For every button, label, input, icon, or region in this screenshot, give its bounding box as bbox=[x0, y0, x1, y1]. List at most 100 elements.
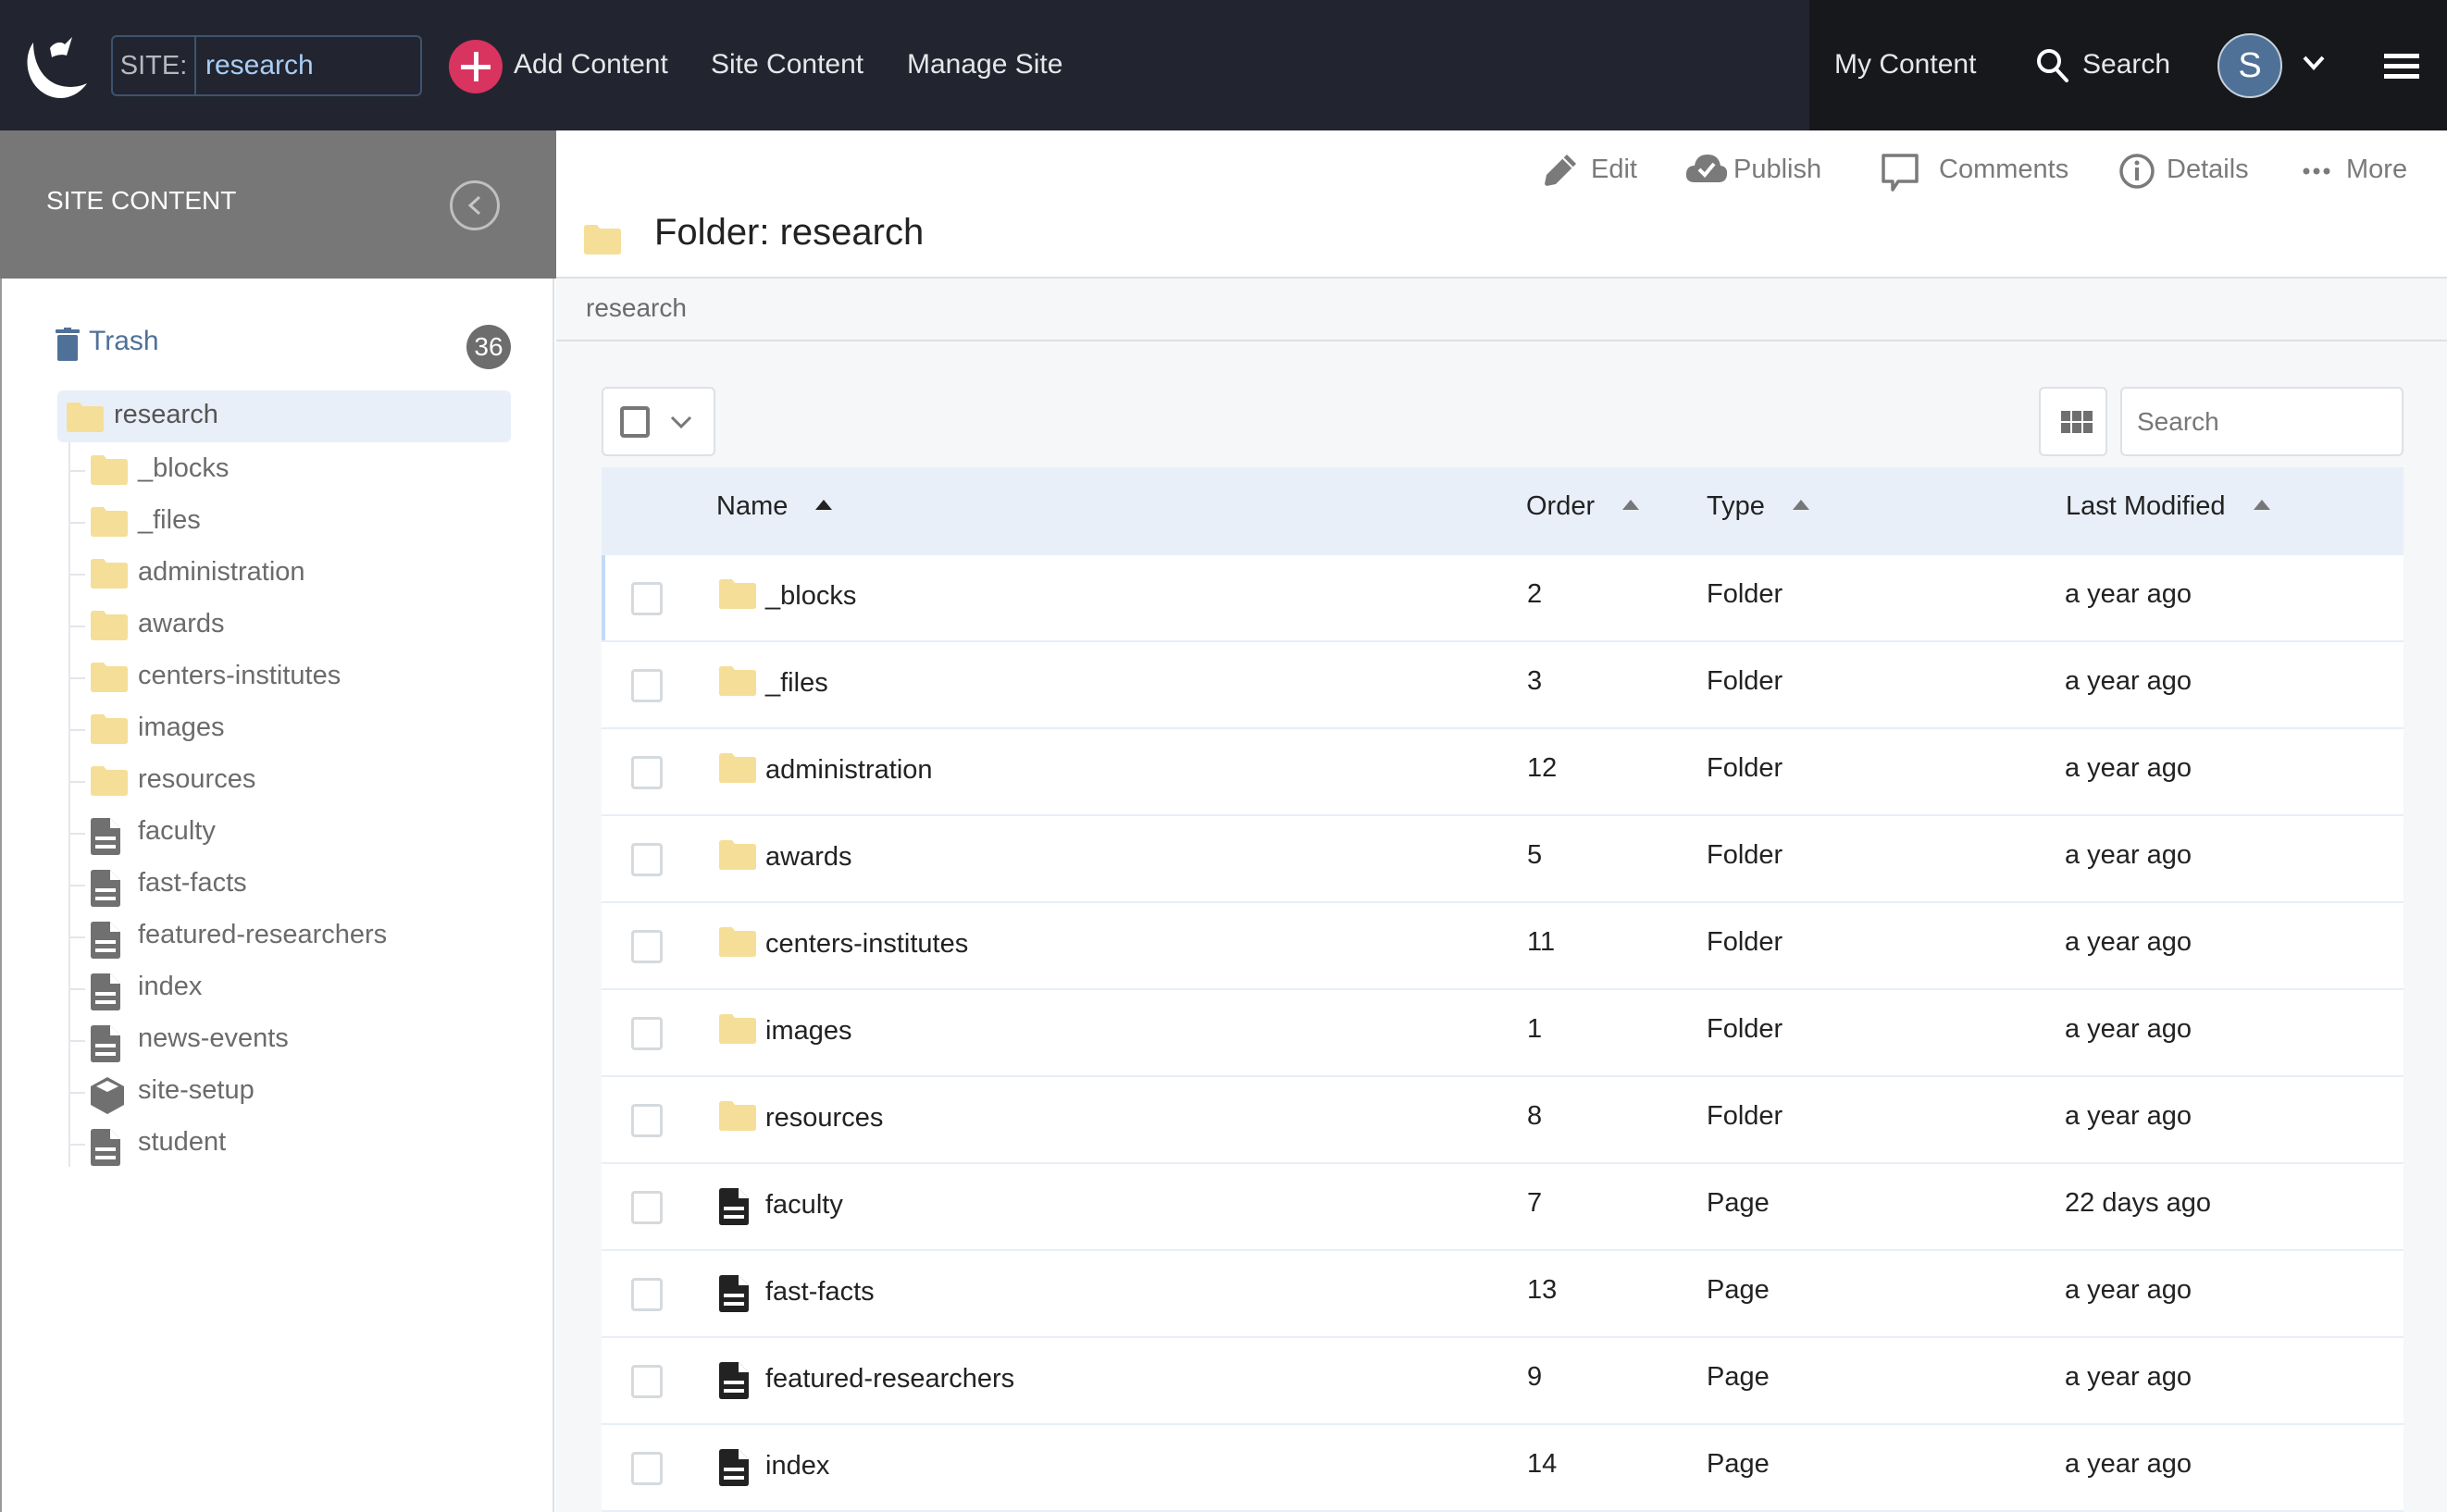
row-checkbox[interactable] bbox=[631, 582, 663, 615]
row-last-modified: 22 days ago bbox=[2065, 1188, 2212, 1218]
tree-item-label: news-events bbox=[138, 1023, 289, 1053]
row-checkbox[interactable] bbox=[631, 843, 663, 876]
search-icon[interactable] bbox=[2034, 47, 2071, 84]
site-content-link[interactable]: Site Content bbox=[711, 42, 863, 88]
table-row[interactable]: index 14 Page a year ago bbox=[602, 1425, 2404, 1512]
listing-search-input[interactable] bbox=[2120, 387, 2404, 456]
table-row[interactable]: _files 3 Folder a year ago bbox=[602, 642, 2404, 729]
tree-item-resources[interactable]: resources bbox=[70, 757, 505, 805]
user-avatar[interactable]: S bbox=[2217, 33, 2282, 98]
table-row[interactable]: resources 8 Folder a year ago bbox=[602, 1077, 2404, 1164]
search-link[interactable]: Search bbox=[2082, 42, 2170, 88]
hamburger-menu-icon[interactable] bbox=[2384, 54, 2419, 80]
row-checkbox[interactable] bbox=[631, 756, 663, 789]
row-name-link[interactable]: index bbox=[765, 1451, 829, 1481]
tree-item-files[interactable]: _files bbox=[70, 498, 505, 546]
row-checkbox[interactable] bbox=[631, 1278, 663, 1311]
chevron-left-icon bbox=[467, 195, 481, 216]
column-header-order[interactable]: Order bbox=[1526, 491, 1640, 522]
tree-item-site-setup[interactable]: site-setup bbox=[70, 1068, 505, 1116]
tree-item-blocks[interactable]: _blocks bbox=[70, 446, 505, 494]
row-name-link[interactable]: centers-institutes bbox=[765, 929, 968, 960]
trash-icon bbox=[56, 328, 80, 361]
chevron-down-icon bbox=[670, 415, 692, 429]
add-content-icon[interactable] bbox=[449, 40, 503, 93]
folder-icon bbox=[67, 403, 104, 432]
tree-item-label: site-setup bbox=[138, 1075, 255, 1105]
tree-item-label: administration bbox=[138, 557, 305, 587]
my-content-link[interactable]: My Content bbox=[1834, 42, 1976, 88]
row-name-link[interactable]: featured-researchers bbox=[765, 1364, 1014, 1394]
sort-asc-icon bbox=[1622, 499, 1640, 510]
add-content-link[interactable]: Add Content bbox=[514, 42, 668, 88]
table-row[interactable]: administration 12 Folder a year ago bbox=[602, 729, 2404, 816]
row-checkbox[interactable] bbox=[631, 1104, 663, 1137]
grid-view-button[interactable] bbox=[2039, 387, 2107, 456]
row-name-link[interactable]: fast-facts bbox=[765, 1277, 875, 1308]
row-type: Page bbox=[1707, 1362, 1770, 1392]
chevron-down-icon[interactable] bbox=[2302, 54, 2326, 72]
row-checkbox[interactable] bbox=[631, 1452, 663, 1485]
tree-item-images[interactable]: images bbox=[70, 705, 505, 753]
app-logo-icon[interactable] bbox=[20, 30, 94, 104]
row-name-link[interactable]: faculty bbox=[765, 1190, 843, 1221]
table-row[interactable]: _blocks 2 Folder a year ago bbox=[602, 555, 2404, 642]
manage-site-link[interactable]: Manage Site bbox=[907, 42, 1062, 88]
sort-asc-icon bbox=[815, 499, 833, 510]
page-icon bbox=[91, 818, 120, 860]
page-icon bbox=[91, 922, 120, 963]
tree-item-fast-facts[interactable]: fast-facts bbox=[70, 861, 505, 909]
tree-item-label: fast-facts bbox=[138, 868, 247, 898]
select-all-dropdown[interactable] bbox=[602, 387, 715, 456]
table-row[interactable]: images 1 Folder a year ago bbox=[602, 990, 2404, 1077]
tree-item-news-events[interactable]: news-events bbox=[70, 1016, 505, 1064]
table-row[interactable]: fast-facts 13 Page a year ago bbox=[602, 1251, 2404, 1338]
site-label: SITE: bbox=[113, 37, 196, 94]
tree-item-centers-institutes[interactable]: centers-institutes bbox=[70, 653, 505, 701]
table-row[interactable]: centers-institutes 11 Folder a year ago bbox=[602, 903, 2404, 990]
row-name-link[interactable]: awards bbox=[765, 842, 852, 873]
row-checkbox[interactable] bbox=[631, 669, 663, 702]
row-name-link[interactable]: _blocks bbox=[765, 581, 856, 612]
tree-item-awards[interactable]: awards bbox=[70, 601, 505, 650]
collapse-sidebar-button[interactable] bbox=[450, 180, 500, 230]
row-checkbox[interactable] bbox=[631, 1191, 663, 1224]
folder-icon bbox=[584, 225, 621, 254]
page-icon bbox=[719, 1449, 749, 1491]
tree-item-administration[interactable]: administration bbox=[70, 550, 505, 598]
folder-icon bbox=[719, 927, 756, 961]
row-name-link[interactable]: administration bbox=[765, 755, 933, 786]
page-icon bbox=[91, 1129, 120, 1171]
tree-item-student[interactable]: student bbox=[70, 1120, 505, 1168]
row-checkbox[interactable] bbox=[631, 1017, 663, 1050]
site-selector[interactable]: SITE: research bbox=[111, 35, 422, 96]
row-order: 7 bbox=[1527, 1188, 1543, 1218]
tree-item-research[interactable]: research bbox=[57, 390, 511, 442]
row-name-link[interactable]: _files bbox=[765, 668, 828, 699]
tree-item-label: _files bbox=[138, 505, 201, 535]
site-value[interactable]: research bbox=[205, 37, 314, 94]
column-header-last-modified[interactable]: Last Modified bbox=[2066, 491, 2270, 522]
tree-item-index[interactable]: index bbox=[70, 964, 505, 1012]
select-all-checkbox[interactable] bbox=[620, 406, 650, 438]
row-type: Page bbox=[1707, 1449, 1770, 1479]
tree-guide-line bbox=[70, 1092, 85, 1094]
table-row[interactable]: faculty 7 Page 22 days ago bbox=[602, 1164, 2404, 1251]
sidebar-title: SITE CONTENT bbox=[46, 186, 237, 215]
row-name-link[interactable]: resources bbox=[765, 1103, 883, 1134]
breadcrumb-item-research[interactable]: research bbox=[586, 293, 687, 323]
row-checkbox[interactable] bbox=[631, 1365, 663, 1398]
folder-icon bbox=[719, 753, 756, 787]
tree-item-featured-researchers[interactable]: featured-researchers bbox=[70, 912, 505, 960]
column-header-type[interactable]: Type bbox=[1707, 491, 1809, 522]
table-row[interactable]: awards 5 Folder a year ago bbox=[602, 816, 2404, 903]
row-checkbox[interactable] bbox=[631, 930, 663, 963]
row-last-modified: a year ago bbox=[2065, 1014, 2192, 1044]
tree-item-faculty[interactable]: faculty bbox=[70, 809, 505, 857]
row-name-link[interactable]: images bbox=[765, 1016, 852, 1047]
row-last-modified: a year ago bbox=[2065, 1362, 2192, 1392]
table-row[interactable]: featured-researchers 9 Page a year ago bbox=[602, 1338, 2404, 1425]
column-header-name[interactable]: Name bbox=[716, 491, 833, 522]
folder-icon bbox=[91, 611, 128, 645]
sidebar-item-trash[interactable]: Trash bbox=[54, 322, 516, 368]
